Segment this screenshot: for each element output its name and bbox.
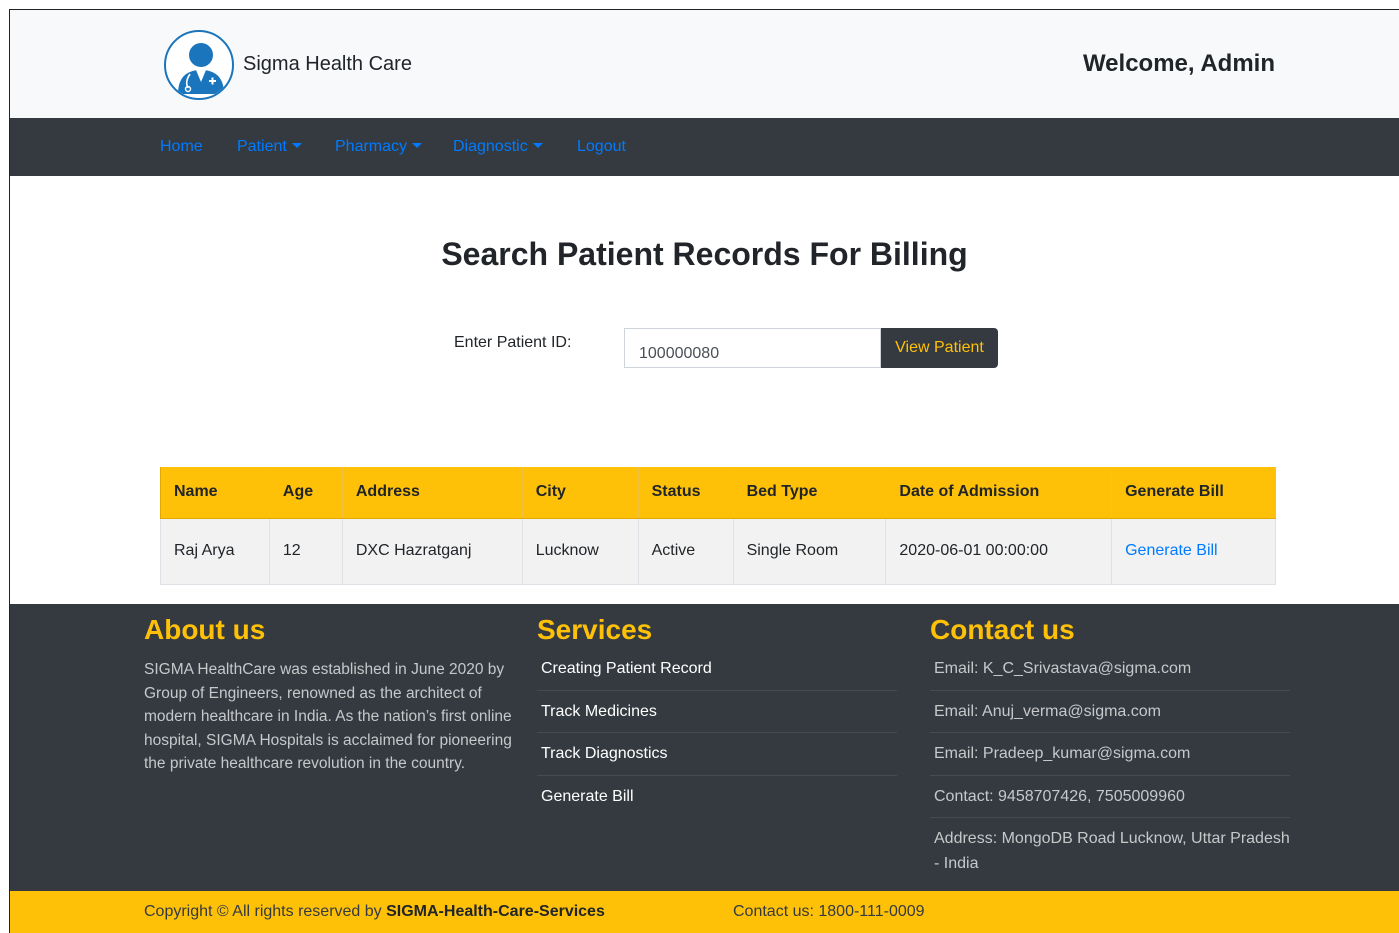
nav-pharmacy-dropdown[interactable]: Pharmacy bbox=[335, 138, 423, 156]
caret-down-icon bbox=[291, 143, 302, 148]
service-item-generate-bill[interactable]: Generate Bill bbox=[537, 776, 897, 819]
copyright-prefix: Copyright © All rights reserved by bbox=[144, 903, 387, 920]
app-window: Sigma Health Care Welcome, Admin Home Pa… bbox=[9, 9, 1399, 933]
cell-generate-bill: Generate Bill bbox=[1111, 517, 1276, 585]
contact-address-item: Address: MongoDB Road Lucknow, Uttar Pra… bbox=[934, 830, 1290, 872]
nav-diagnostic-dropdown[interactable]: Diagnostic bbox=[453, 138, 543, 156]
table-row: Raj Arya 12 DXC Hazratganj Lucknow Activ… bbox=[160, 517, 1276, 585]
table-header-row: Name Age Address City Status Bed Type Da… bbox=[160, 467, 1276, 519]
site-footer: About us SIGMA HealthCare was establishe… bbox=[10, 604, 1399, 891]
doctor-avatar-icon[interactable] bbox=[164, 30, 234, 100]
page-title: Search Patient Records For Billing bbox=[441, 236, 968, 272]
contact-us-heading: Contact us bbox=[930, 614, 1075, 645]
services-list: Creating Patient Record Track Medicines … bbox=[537, 648, 897, 818]
cell-date-of-admission: 2020-06-01 00:00:00 bbox=[885, 517, 1113, 585]
service-item-creating-patient-record[interactable]: Creating Patient Record bbox=[537, 648, 897, 691]
nav-logout-link[interactable]: Logout bbox=[577, 138, 626, 156]
service-item-track-medicines[interactable]: Track Medicines bbox=[537, 691, 897, 733]
contact-email-item: Email: Pradeep_kumar@sigma.com bbox=[930, 733, 1290, 776]
footer-contact-number: Contact us: 1800-111-0009 bbox=[733, 903, 925, 920]
nav-pharmacy-label: Pharmacy bbox=[335, 138, 408, 155]
nav-patient-label: Patient bbox=[237, 138, 287, 155]
column-header-status: Status bbox=[637, 467, 734, 519]
column-header-city: City bbox=[521, 467, 639, 519]
patient-id-input[interactable] bbox=[624, 328, 881, 368]
generate-bill-link[interactable]: Generate Bill bbox=[1125, 542, 1218, 559]
column-header-age: Age bbox=[268, 467, 343, 519]
nav-logout-label: Logout bbox=[577, 138, 626, 155]
cell-city: Lucknow bbox=[521, 517, 639, 585]
cell-bed-type: Single Room bbox=[732, 517, 887, 585]
column-header-name: Name bbox=[160, 467, 270, 519]
cell-address: DXC Hazratganj bbox=[341, 517, 523, 585]
cell-age: 12 bbox=[268, 517, 343, 585]
cell-name: Raj Arya bbox=[160, 517, 270, 585]
service-item-track-diagnostics[interactable]: Track Diagnostics bbox=[537, 733, 897, 776]
welcome-message: Welcome, Admin bbox=[1082, 50, 1275, 77]
column-header-bed-type: Bed Type bbox=[732, 467, 887, 519]
services-heading: Services bbox=[537, 614, 653, 645]
nav-home-link[interactable]: Home bbox=[160, 138, 203, 156]
cell-status: Active bbox=[637, 517, 734, 585]
contact-phone-item: Contact: 9458707426, 7505009960 bbox=[930, 776, 1290, 818]
main-navbar: Home Patient Pharmacy Diagnostic Logout bbox=[10, 118, 1399, 176]
caret-down-icon bbox=[532, 143, 543, 148]
copyright-text: Copyright © All rights reserved by SIGMA… bbox=[144, 903, 605, 921]
contact-list: Email: K_C_Srivastava@sigma.com Email: A… bbox=[930, 648, 1290, 876]
column-header-date-of-admission: Date of Admission bbox=[885, 467, 1113, 519]
copyright-brand: SIGMA-Health-Care-Services bbox=[386, 903, 605, 920]
about-us-heading: About us bbox=[144, 614, 266, 645]
caret-down-icon bbox=[412, 143, 423, 148]
nav-diagnostic-label: Diagnostic bbox=[453, 138, 528, 155]
column-header-generate-bill: Generate Bill bbox=[1111, 467, 1276, 519]
nav-home-label: Home bbox=[160, 138, 203, 155]
column-header-address: Address bbox=[341, 467, 523, 519]
contact-email-item: Email: Anuj_verma@sigma.com bbox=[930, 691, 1290, 733]
about-us-text: SIGMA HealthCare was established in June… bbox=[144, 661, 512, 772]
contact-email-item: Email: K_C_Srivastava@sigma.com bbox=[930, 648, 1290, 691]
patient-results-table: Name Age Address City Status Bed Type Da… bbox=[160, 467, 1276, 585]
patient-id-label: Enter Patient ID: bbox=[454, 334, 572, 351]
view-patient-button[interactable]: View Patient bbox=[881, 328, 998, 368]
brand-name[interactable]: Sigma Health Care bbox=[243, 53, 412, 76]
copyright-bar: Copyright © All rights reserved by SIGMA… bbox=[10, 891, 1399, 933]
nav-patient-dropdown[interactable]: Patient bbox=[237, 138, 302, 156]
top-header: Sigma Health Care Welcome, Admin bbox=[10, 10, 1399, 118]
